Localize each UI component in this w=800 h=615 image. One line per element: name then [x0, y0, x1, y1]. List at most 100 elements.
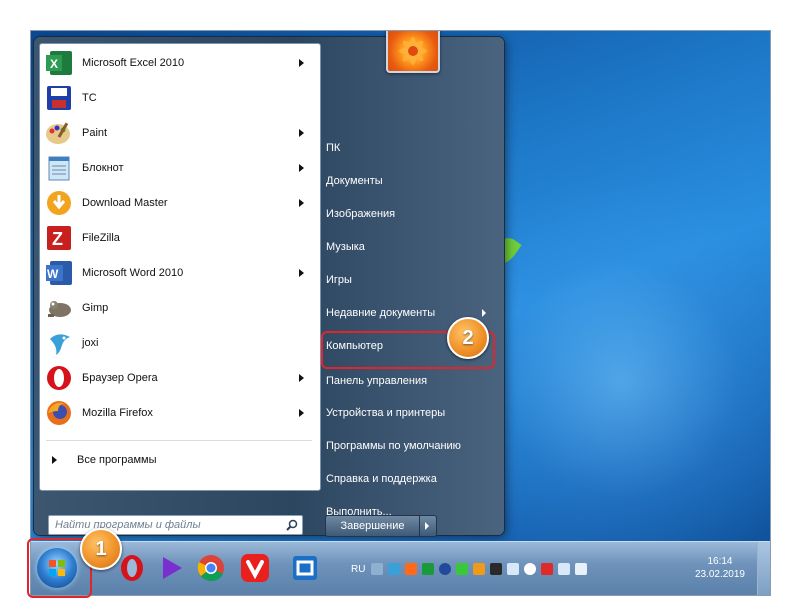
submenu-arrow-icon — [299, 199, 304, 207]
menu-item-help-support[interactable]: Справка и поддержка — [326, 466, 496, 492]
program-label: joxi — [82, 337, 99, 349]
menu-item-label: Справка и поддержка — [326, 473, 437, 485]
program-item-joxi[interactable]: joxi — [40, 326, 320, 360]
all-programs-label: Все программы — [77, 454, 157, 466]
word-icon: W — [44, 259, 76, 287]
menu-item-documents[interactable]: Документы — [326, 168, 496, 194]
media-player-icon[interactable] — [155, 552, 187, 584]
network-icon[interactable] — [439, 563, 452, 575]
app-tray-icon[interactable] — [405, 563, 418, 575]
excel-icon: X — [44, 49, 76, 77]
step-badge-1: 1 — [80, 528, 122, 570]
app-tray-icon[interactable] — [490, 563, 503, 575]
volume-icon[interactable] — [575, 563, 588, 575]
menu-item-default-programs[interactable]: Программы по умолчанию — [326, 433, 496, 459]
clock-date: 23.02.2019 — [694, 569, 745, 580]
menu-item-label: Программы по умолчанию — [326, 440, 461, 452]
shutdown-button[interactable]: Завершение работы — [326, 516, 419, 536]
program-label: Paint — [82, 127, 108, 139]
menu-item-devices-printers[interactable]: Устройства и принтеры — [326, 400, 496, 426]
signal-icon[interactable] — [558, 563, 571, 575]
app-tray-icon[interactable] — [473, 563, 486, 575]
start-menu: X Microsoft Excel 2010 TC Paint Блокнот … — [34, 31, 504, 537]
opera-icon[interactable] — [116, 552, 148, 584]
menu-item-label: Документы — [326, 175, 383, 187]
system-tray: RU — [351, 554, 592, 584]
program-item-firefox[interactable]: Mozilla Firefox — [40, 396, 320, 430]
program-label: Gimp — [82, 302, 109, 314]
chrome-icon[interactable] — [195, 552, 227, 584]
program-label: Download Master — [82, 197, 168, 209]
submenu-arrow-icon — [299, 269, 304, 277]
menu-item-label: Игры — [326, 274, 352, 286]
menu-item-label: Недавние документы — [326, 307, 436, 319]
submenu-arrow-icon — [299, 164, 304, 172]
app-tray-icon[interactable] — [422, 563, 435, 575]
keyboard-icon[interactable] — [371, 563, 384, 575]
gimp-icon — [44, 294, 76, 322]
menu-item-label: ПК — [326, 142, 341, 154]
submenu-arrow-icon — [299, 374, 304, 382]
menu-item-games[interactable]: Игры — [326, 267, 496, 293]
menu-item-control-panel[interactable]: Панель управления — [326, 368, 496, 394]
program-item-filezilla[interactable]: Z FileZilla — [40, 221, 320, 255]
menu-item-pc[interactable]: ПК — [326, 135, 496, 161]
language-indicator[interactable]: RU — [351, 564, 365, 575]
program-label: Microsoft Word 2010 — [82, 267, 184, 279]
program-label: FileZilla — [82, 232, 120, 244]
program-item-excel[interactable]: X Microsoft Excel 2010 — [40, 46, 320, 80]
notepad-icon — [44, 154, 76, 182]
paint-icon — [44, 119, 76, 147]
separator — [46, 440, 312, 441]
program-item-notepad[interactable]: Блокнот — [40, 151, 320, 185]
search-input[interactable]: Найти программы и файлы — [48, 515, 303, 535]
svg-text:W: W — [47, 267, 59, 281]
signal-icon[interactable] — [507, 563, 520, 575]
clock-time: 16:14 — [707, 556, 733, 567]
submenu-arrow-icon — [299, 129, 304, 137]
step-badge-2: 2 — [447, 317, 489, 359]
maxthon-icon[interactable] — [289, 552, 321, 584]
submenu-arrow-icon — [299, 59, 304, 67]
program-item-word[interactable]: W Microsoft Word 2010 — [40, 256, 320, 290]
total-commander-icon — [44, 84, 76, 112]
program-item-tc[interactable]: TC — [40, 81, 320, 115]
vivaldi-icon[interactable] — [239, 552, 271, 584]
program-item-gimp[interactable]: Gimp — [40, 291, 320, 325]
firefox-icon — [44, 399, 76, 427]
filezilla-icon: Z — [44, 224, 76, 252]
expand-arrow-icon — [52, 456, 57, 464]
submenu-arrow-icon — [482, 309, 486, 317]
program-item-paint[interactable]: Paint — [40, 116, 320, 150]
flag-icon[interactable] — [541, 563, 554, 575]
program-item-download-master[interactable]: Download Master — [40, 186, 320, 220]
show-desktop-button[interactable] — [757, 542, 770, 595]
app-tray-icon[interactable] — [524, 563, 537, 575]
menu-item-label: Устройства и принтеры — [326, 407, 446, 419]
search-placeholder: Найти программы и файлы — [55, 519, 201, 531]
pin-icon[interactable] — [388, 563, 401, 575]
shutdown-options-arrow-icon[interactable] — [419, 516, 436, 536]
opera-icon — [44, 364, 76, 392]
svg-text:X: X — [50, 57, 58, 71]
program-label: Microsoft Excel 2010 — [82, 57, 185, 69]
menu-item-pictures[interactable]: Изображения — [326, 201, 496, 227]
menu-item-label: Музыка — [326, 241, 365, 253]
clock[interactable]: 16:14 23.02.2019 — [695, 555, 745, 581]
taskbar: RU 16:14 23.02.2019 — [31, 541, 770, 595]
svg-text:Z: Z — [52, 229, 63, 249]
program-label: Блокнот — [82, 162, 124, 174]
program-label: Mozilla Firefox — [82, 407, 153, 419]
all-programs-button[interactable]: Все программы — [46, 448, 306, 472]
search-icon[interactable] — [286, 519, 298, 531]
program-item-opera[interactable]: Браузер Opera — [40, 361, 320, 395]
submenu-arrow-icon — [299, 409, 304, 417]
menu-item-music[interactable]: Музыка — [326, 234, 496, 260]
menu-item-label: Изображения — [326, 208, 396, 220]
shutdown-button-group: Завершение работы — [325, 515, 437, 537]
programs-pane: X Microsoft Excel 2010 TC Paint Блокнот … — [39, 43, 321, 491]
program-label: Браузер Opera — [82, 372, 158, 384]
app-tray-icon[interactable] — [456, 563, 469, 575]
joxi-icon — [44, 329, 76, 357]
user-avatar[interactable] — [386, 31, 440, 73]
